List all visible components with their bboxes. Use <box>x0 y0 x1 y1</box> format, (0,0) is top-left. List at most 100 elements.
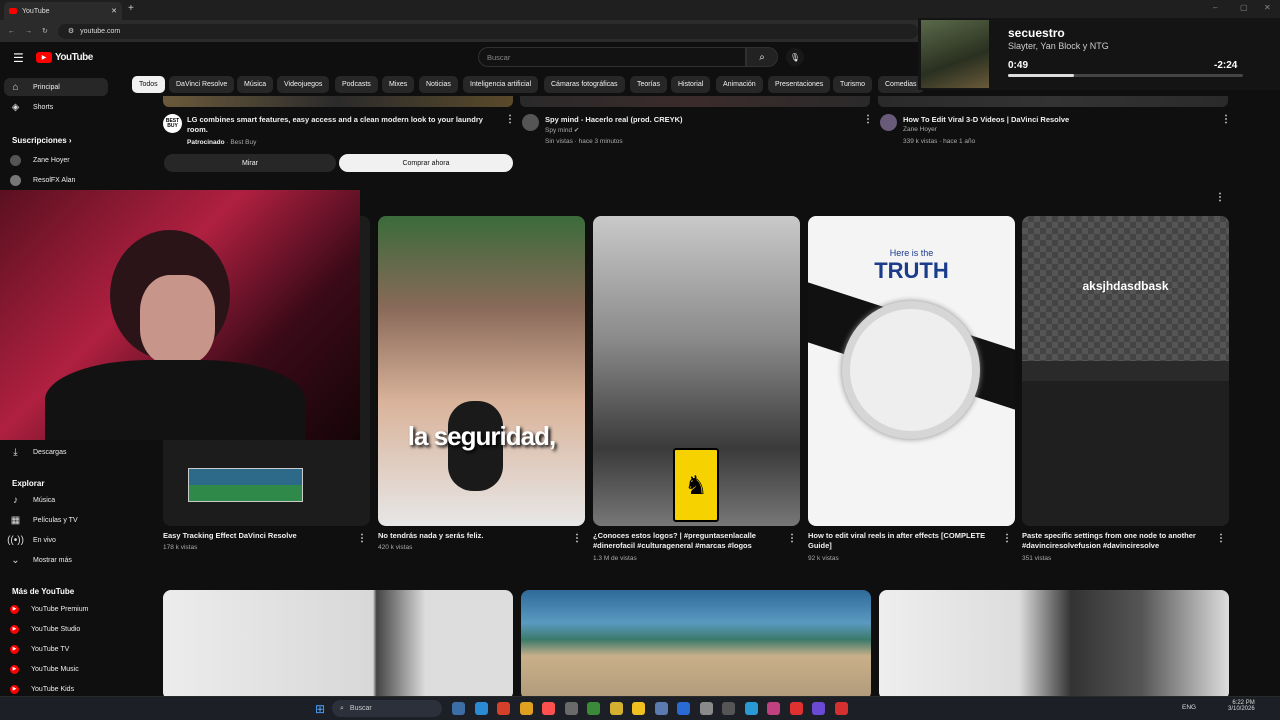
more-options-icon[interactable]: ⋮ <box>863 115 873 125</box>
chip-1[interactable]: DaVinci Resolve <box>169 76 235 93</box>
chip-10[interactable]: Historial <box>671 76 711 93</box>
site-info-icon[interactable]: ⚙ <box>68 27 74 35</box>
video-title[interactable]: Spy mind - Hacerlo real (prod. CREYK) <box>545 115 855 125</box>
more-options-icon[interactable]: ⋮ <box>787 534 797 544</box>
more-options-icon[interactable]: ⋮ <box>505 115 515 125</box>
maximize-icon[interactable]: ▢ <box>1240 3 1248 12</box>
youtube-logo[interactable]: ▶ YouTube <box>36 52 93 63</box>
sidebar-item-musica[interactable]: ♪ Música <box>10 492 55 508</box>
taskbar-app-icon[interactable] <box>587 702 600 715</box>
video-thumbnail[interactable] <box>163 590 513 700</box>
search-input[interactable]: Buscar <box>478 47 746 67</box>
sidebar-item-zane-hoyer[interactable]: Zane Hoyer <box>10 152 70 168</box>
chip-14[interactable]: Comedias <box>878 76 924 93</box>
sidebar-item-more-0[interactable]: ▶ YouTube Premium <box>10 601 88 617</box>
minimize-icon[interactable]: – <box>1213 3 1217 12</box>
short-thumbnail-truth[interactable]: Here is the TRUTH <box>808 216 1015 526</box>
taskbar-app-icon[interactable] <box>632 702 645 715</box>
search-button[interactable]: ⌕ <box>746 47 778 67</box>
taskbar-app-icon[interactable] <box>834 702 848 715</box>
taskbar-app-icon[interactable] <box>542 702 555 715</box>
more-options-icon[interactable]: ⋮ <box>572 534 582 544</box>
short-title[interactable]: ¿Conoces estos logos? | #preguntasenlaca… <box>593 531 778 551</box>
taskbar-app-icon[interactable] <box>767 702 780 715</box>
chip-5[interactable]: Mixes <box>382 76 415 93</box>
more-options-icon[interactable]: ⋮ <box>1216 534 1226 544</box>
short-thumbnail-fusion[interactable]: aksjhdasdbask <box>1022 216 1229 526</box>
back-icon[interactable]: ← <box>8 28 15 35</box>
chip-8[interactable]: Cámaras fotográficas <box>544 76 625 93</box>
video-thumbnail[interactable] <box>521 590 871 700</box>
avatar[interactable] <box>880 114 897 131</box>
video-thumbnail[interactable] <box>879 590 1229 700</box>
menu-icon[interactable]: ☰ <box>13 51 24 65</box>
taskbar-app-icon[interactable] <box>654 702 668 715</box>
video-thumbnail[interactable] <box>878 96 1228 107</box>
browser-tab[interactable]: YouTube ✕ <box>4 2 122 20</box>
url-field[interactable]: ⚙ youtube.com <box>57 23 918 39</box>
language-indicator[interactable]: ENG <box>1182 704 1196 711</box>
shelf-more-options-icon[interactable]: ⋮ <box>1215 193 1225 203</box>
sidebar-item-more-4[interactable]: ▶ YouTube Kids <box>10 681 74 697</box>
ad-thumbnail[interactable] <box>163 96 513 107</box>
taskbar-app-icon[interactable] <box>677 702 690 715</box>
taskbar-app-icon[interactable] <box>519 702 533 715</box>
watch-button[interactable]: Mirar <box>164 154 336 172</box>
taskbar-app-icon[interactable] <box>812 702 825 715</box>
taskbar-search[interactable]: ⌕ Buscar <box>332 700 442 717</box>
sidebar-item-more-2[interactable]: ▶ YouTube TV <box>10 641 69 657</box>
channel-name[interactable]: Zane Hoyer <box>903 126 937 133</box>
channel-name[interactable]: Spy mind ✔ <box>545 126 579 134</box>
taskbar-app-icon[interactable] <box>609 702 623 715</box>
short-title[interactable]: Paste specific settings from one node to… <box>1022 531 1207 551</box>
video-title[interactable]: How To Edit Viral 3-D Videos | DaVinci R… <box>903 115 1213 125</box>
more-options-icon[interactable]: ⋮ <box>357 534 367 544</box>
buy-now-button[interactable]: Comprar ahora <box>339 154 513 172</box>
voice-search-button[interactable]: 🎙 <box>786 48 804 66</box>
sidebar-item-principal[interactable]: ⌂ Principal <box>10 79 59 95</box>
windows-start-icon[interactable]: ⊞ <box>315 702 325 716</box>
reload-icon[interactable]: ↻ <box>42 27 48 35</box>
short-title[interactable]: Easy Tracking Effect DaVinci Resolve <box>163 531 353 541</box>
chip-0[interactable]: Todos <box>132 76 165 93</box>
short-title[interactable]: How to edit viral reels in after effects… <box>808 531 993 551</box>
short-thumbnail-logos[interactable]: ♞ <box>593 216 800 526</box>
chip-4[interactable]: Podcasts <box>335 76 378 93</box>
sidebar-item-resolfx-alan[interactable]: ResolFX Alan <box>10 172 75 188</box>
taskbar-app-icon[interactable] <box>722 702 735 715</box>
taskbar-app-icon[interactable] <box>744 702 758 715</box>
taskbar-app-icon[interactable] <box>474 702 488 715</box>
taskbar-app-icon[interactable] <box>564 702 578 715</box>
new-tab-icon[interactable]: + <box>128 3 134 14</box>
chip-13[interactable]: Turismo <box>833 76 873 93</box>
chip-7[interactable]: Inteligencia artificial <box>463 76 539 93</box>
sidebar-subscriptions-heading[interactable]: Suscripciones › <box>12 136 72 145</box>
close-tab-icon[interactable]: ✕ <box>111 7 117 15</box>
short-thumbnail-seguridad[interactable]: la seguridad, <box>378 216 585 526</box>
chip-3[interactable]: Videojuegos <box>277 76 330 93</box>
taskbar-app-icon[interactable] <box>789 702 803 715</box>
sidebar-item-peliculas[interactable]: ▦ Películas y TV <box>10 512 78 528</box>
sidebar-item-more-1[interactable]: ▶ YouTube Studio <box>10 621 80 637</box>
album-art[interactable] <box>921 20 989 88</box>
chip-6[interactable]: Noticias <box>419 76 458 93</box>
video-thumbnail[interactable] <box>520 96 870 107</box>
progress-track[interactable] <box>1008 74 1243 77</box>
more-options-icon[interactable]: ⋮ <box>1221 115 1231 125</box>
sidebar-item-shorts[interactable]: ◈ Shorts <box>10 99 54 115</box>
taskbar-app-icon[interactable] <box>452 702 465 715</box>
more-options-icon[interactable]: ⋮ <box>1002 534 1012 544</box>
chip-11[interactable]: Animación <box>716 76 763 93</box>
taskbar-app-icon[interactable] <box>699 702 713 715</box>
ad-title[interactable]: LG combines smart features, easy access … <box>187 115 497 135</box>
short-title[interactable]: No tendrás nada y serás feliz. <box>378 531 568 541</box>
chip-9[interactable]: Teorías <box>630 76 667 93</box>
sidebar-item-en-vivo[interactable]: ((•)) En vivo <box>7 532 56 548</box>
avatar[interactable] <box>522 114 539 131</box>
sidebar-item-more-3[interactable]: ▶ YouTube Music <box>10 661 79 677</box>
taskbar-app-icon[interactable] <box>497 702 510 715</box>
close-window-icon[interactable]: ✕ <box>1264 3 1271 12</box>
chip-2[interactable]: Música <box>237 76 274 93</box>
chip-12[interactable]: Presentaciones <box>768 76 831 93</box>
sidebar-item-mostrar-mas[interactable]: ⌄ Mostrar más <box>10 552 72 568</box>
